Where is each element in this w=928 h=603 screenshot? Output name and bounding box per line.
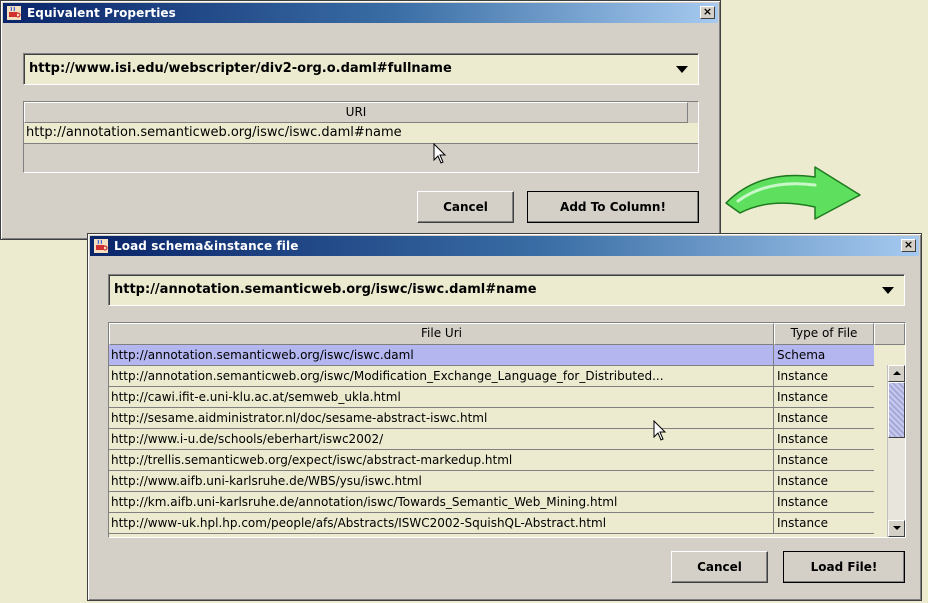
arrow-up-icon [893,371,901,375]
table-row[interactable]: http://www.i-u.de/schools/eberhart/iswc2… [109,429,874,450]
file-type-cell: Schema [777,348,826,362]
file-type-cell: Instance [777,495,829,509]
header-filler [874,323,905,345]
load-schema-instance-dialog: Load schema&instance file × http://annot… [87,233,922,601]
file-table-body: http://annotation.semanticweb.org/iswc/i… [109,345,874,537]
mouse-pointer-icon [433,143,447,164]
table-row[interactable]: http://annotation.semanticweb.org/iswc/i… [24,123,698,144]
file-type-cell: Instance [777,453,829,467]
table-row[interactable]: http://cawi.ifit-e.uni-klu.ac.at/semweb_… [109,387,874,408]
dialog-title: Load schema&instance file [114,239,299,253]
type-column-header[interactable]: Type of File [774,323,874,345]
file-type-cell: Instance [777,369,829,383]
close-icon: × [702,5,713,18]
file-type-cell: Instance [777,390,829,404]
arrow-down-icon [893,526,901,530]
chevron-down-icon [676,66,688,73]
scroll-up-button[interactable] [888,365,905,382]
table-row[interactable]: http://trellis.semanticweb.org/expect/is… [109,450,874,471]
file-type-cell: Instance [777,411,829,425]
close-button[interactable]: × [901,239,916,252]
table-row[interactable]: http://annotation.semanticweb.org/iswc/i… [109,345,874,366]
file-uri-column-header[interactable]: File Uri [109,323,774,345]
table-row[interactable]: http://km.aifb.uni-karlsruhe.de/annotati… [109,492,874,513]
cancel-button[interactable]: Cancel [417,191,514,223]
close-button[interactable]: × [700,6,715,19]
table-row[interactable]: http://sesame.aidministrator.nl/doc/sesa… [109,408,874,429]
scroll-down-button[interactable] [888,520,905,537]
equivalent-properties-titlebar[interactable]: Equivalent Properties × [3,3,718,23]
uri-table: URI http://annotation.semanticweb.org/is… [23,101,699,173]
vertical-scrollbar[interactable] [887,365,905,537]
file-type-cell: Instance [777,432,829,446]
file-uri-cell: http://annotation.semanticweb.org/iswc/M… [109,366,774,386]
property-combo[interactable]: http://www.isi.edu/webscripter/div2-org.… [23,53,699,85]
schema-combo[interactable]: http://annotation.semanticweb.org/iswc/i… [108,274,905,306]
uri-cell: http://annotation.semanticweb.org/iswc/i… [26,125,402,140]
uri-column-header[interactable]: URI [24,102,688,123]
load-schema-titlebar[interactable]: Load schema&instance file × [90,236,919,256]
mouse-pointer-icon [653,420,667,441]
file-uri-cell: http://annotation.semanticweb.org/iswc/i… [109,345,774,365]
add-to-column-button[interactable]: Add To Column! [527,191,699,223]
file-uri-cell: http://www-uk.hpl.hp.com/people/afs/Abst… [109,513,774,533]
file-uri-cell: http://www.aifb.uni-karlsruhe.de/WBS/ysu… [109,471,774,491]
load-file-button[interactable]: Load File! [783,551,905,583]
file-uri-cell: http://cawi.ifit-e.uni-klu.ac.at/semweb_… [109,387,774,407]
file-uri-cell: http://km.aifb.uni-karlsruhe.de/annotati… [109,492,774,512]
java-app-icon [7,6,21,20]
file-table: File Uri Type of File http://annotation.… [108,322,906,538]
equivalent-properties-dialog: Equivalent Properties × http://www.isi.e… [0,0,721,240]
schema-combo-value: http://annotation.semanticweb.org/iswc/i… [114,282,537,297]
curved-arrow-icon [725,166,861,220]
chevron-down-icon [882,287,894,294]
file-uri-cell: http://trellis.semanticweb.org/expect/is… [109,450,774,470]
scrollbar-thumb[interactable] [888,382,905,438]
property-combo-value: http://www.isi.edu/webscripter/div2-org.… [29,61,452,76]
file-type-cell: Instance [777,516,829,530]
dialog-title: Equivalent Properties [27,6,176,20]
file-type-cell: Instance [777,474,829,488]
cancel-button[interactable]: Cancel [671,551,768,583]
file-uri-cell: http://www.i-u.de/schools/eberhart/iswc2… [109,429,774,449]
table-row[interactable]: http://www-uk.hpl.hp.com/people/afs/Abst… [109,513,874,534]
table-row[interactable]: http://annotation.semanticweb.org/iswc/M… [109,366,874,387]
close-icon: × [903,238,914,251]
file-uri-cell: http://sesame.aidministrator.nl/doc/sesa… [109,408,774,428]
table-row[interactable]: http://www.aifb.uni-karlsruhe.de/WBS/ysu… [109,471,874,492]
java-app-icon [94,239,108,253]
